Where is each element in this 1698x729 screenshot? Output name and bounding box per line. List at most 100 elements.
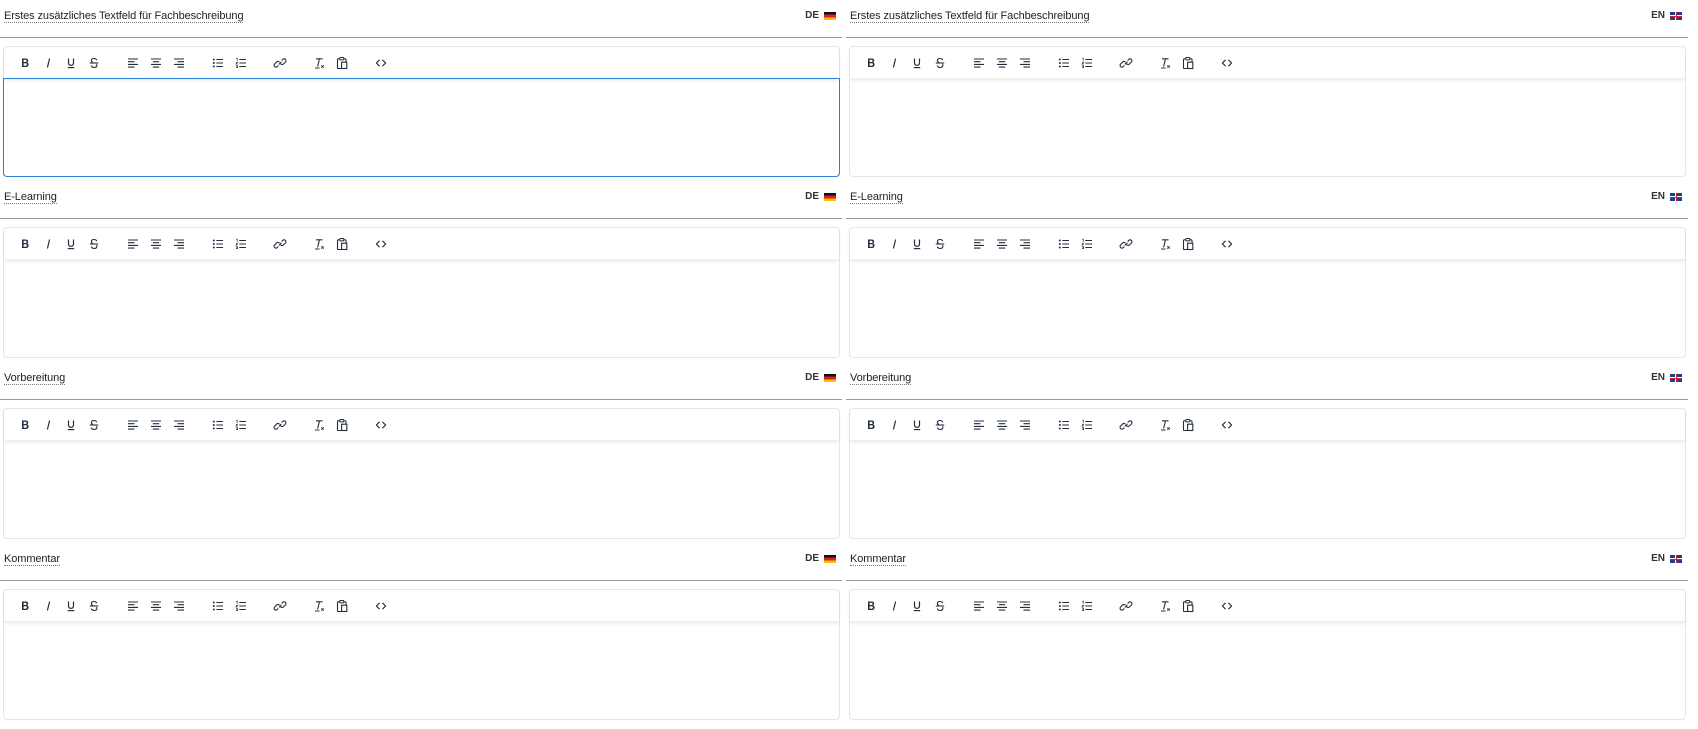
insert-link-button[interactable] [1114, 232, 1137, 255]
numbered-list-button[interactable] [1075, 51, 1098, 74]
strikethrough-button[interactable] [928, 51, 951, 74]
italic-button[interactable] [882, 51, 905, 74]
numbered-list-button[interactable] [1075, 594, 1098, 617]
paste-button[interactable] [1176, 51, 1199, 74]
bullet-list-button[interactable] [206, 413, 229, 436]
align-center-button[interactable] [990, 413, 1013, 436]
numbered-list-button[interactable] [229, 51, 252, 74]
paste-button[interactable] [330, 232, 353, 255]
bold-button[interactable] [859, 594, 882, 617]
editor-content-area[interactable] [850, 621, 1685, 719]
numbered-list-button[interactable] [229, 413, 252, 436]
align-left-button[interactable] [121, 232, 144, 255]
align-left-button[interactable] [121, 413, 144, 436]
clear-formatting-button[interactable] [1153, 232, 1176, 255]
bold-button[interactable] [859, 413, 882, 436]
editor-content-area[interactable] [3, 78, 840, 177]
bold-button[interactable] [859, 232, 882, 255]
clear-formatting-button[interactable] [1153, 413, 1176, 436]
clear-formatting-button[interactable] [1153, 594, 1176, 617]
align-right-button[interactable] [1013, 413, 1036, 436]
paste-button[interactable] [1176, 232, 1199, 255]
numbered-list-button[interactable] [1075, 413, 1098, 436]
editor-content-area[interactable] [850, 78, 1685, 176]
clear-formatting-button[interactable] [307, 232, 330, 255]
underline-button[interactable] [59, 594, 82, 617]
source-code-button[interactable] [369, 51, 392, 74]
source-code-button[interactable] [369, 594, 392, 617]
align-center-button[interactable] [144, 51, 167, 74]
editor-content-area[interactable] [4, 259, 839, 357]
clear-formatting-button[interactable] [307, 51, 330, 74]
italic-button[interactable] [36, 232, 59, 255]
clear-formatting-button[interactable] [307, 594, 330, 617]
strikethrough-button[interactable] [928, 413, 951, 436]
align-right-button[interactable] [1013, 51, 1036, 74]
align-left-button[interactable] [967, 51, 990, 74]
source-code-button[interactable] [1215, 232, 1238, 255]
bold-button[interactable] [13, 232, 36, 255]
editor-content-area[interactable] [4, 621, 839, 719]
bullet-list-button[interactable] [1052, 232, 1075, 255]
align-left-button[interactable] [967, 594, 990, 617]
italic-button[interactable] [36, 51, 59, 74]
numbered-list-button[interactable] [229, 232, 252, 255]
bullet-list-button[interactable] [206, 594, 229, 617]
align-right-button[interactable] [167, 51, 190, 74]
align-center-button[interactable] [144, 594, 167, 617]
insert-link-button[interactable] [1114, 594, 1137, 617]
bullet-list-button[interactable] [1052, 413, 1075, 436]
underline-button[interactable] [905, 51, 928, 74]
align-left-button[interactable] [967, 413, 990, 436]
strikethrough-button[interactable] [82, 51, 105, 74]
bullet-list-button[interactable] [1052, 594, 1075, 617]
insert-link-button[interactable] [268, 594, 291, 617]
clear-formatting-button[interactable] [1153, 51, 1176, 74]
paste-button[interactable] [1176, 594, 1199, 617]
numbered-list-button[interactable] [1075, 232, 1098, 255]
source-code-button[interactable] [1215, 594, 1238, 617]
strikethrough-button[interactable] [82, 594, 105, 617]
paste-button[interactable] [330, 594, 353, 617]
align-left-button[interactable] [121, 594, 144, 617]
align-right-button[interactable] [1013, 232, 1036, 255]
strikethrough-button[interactable] [82, 232, 105, 255]
align-center-button[interactable] [990, 232, 1013, 255]
italic-button[interactable] [882, 413, 905, 436]
underline-button[interactable] [59, 51, 82, 74]
paste-button[interactable] [1176, 413, 1199, 436]
insert-link-button[interactable] [268, 51, 291, 74]
editor-content-area[interactable] [850, 440, 1685, 538]
insert-link-button[interactable] [268, 232, 291, 255]
bullet-list-button[interactable] [1052, 51, 1075, 74]
strikethrough-button[interactable] [928, 232, 951, 255]
italic-button[interactable] [882, 232, 905, 255]
align-center-button[interactable] [144, 232, 167, 255]
clear-formatting-button[interactable] [307, 413, 330, 436]
underline-button[interactable] [59, 232, 82, 255]
align-left-button[interactable] [121, 51, 144, 74]
editor-content-area[interactable] [850, 259, 1685, 357]
paste-button[interactable] [330, 413, 353, 436]
insert-link-button[interactable] [1114, 413, 1137, 436]
italic-button[interactable] [882, 594, 905, 617]
align-right-button[interactable] [167, 232, 190, 255]
underline-button[interactable] [59, 413, 82, 436]
insert-link-button[interactable] [1114, 51, 1137, 74]
paste-button[interactable] [330, 51, 353, 74]
align-center-button[interactable] [990, 594, 1013, 617]
underline-button[interactable] [905, 594, 928, 617]
bullet-list-button[interactable] [206, 51, 229, 74]
strikethrough-button[interactable] [82, 413, 105, 436]
align-left-button[interactable] [967, 232, 990, 255]
bold-button[interactable] [13, 413, 36, 436]
bullet-list-button[interactable] [206, 232, 229, 255]
align-right-button[interactable] [167, 413, 190, 436]
strikethrough-button[interactable] [928, 594, 951, 617]
numbered-list-button[interactable] [229, 594, 252, 617]
align-right-button[interactable] [1013, 594, 1036, 617]
insert-link-button[interactable] [268, 413, 291, 436]
bold-button[interactable] [859, 51, 882, 74]
italic-button[interactable] [36, 594, 59, 617]
underline-button[interactable] [905, 232, 928, 255]
